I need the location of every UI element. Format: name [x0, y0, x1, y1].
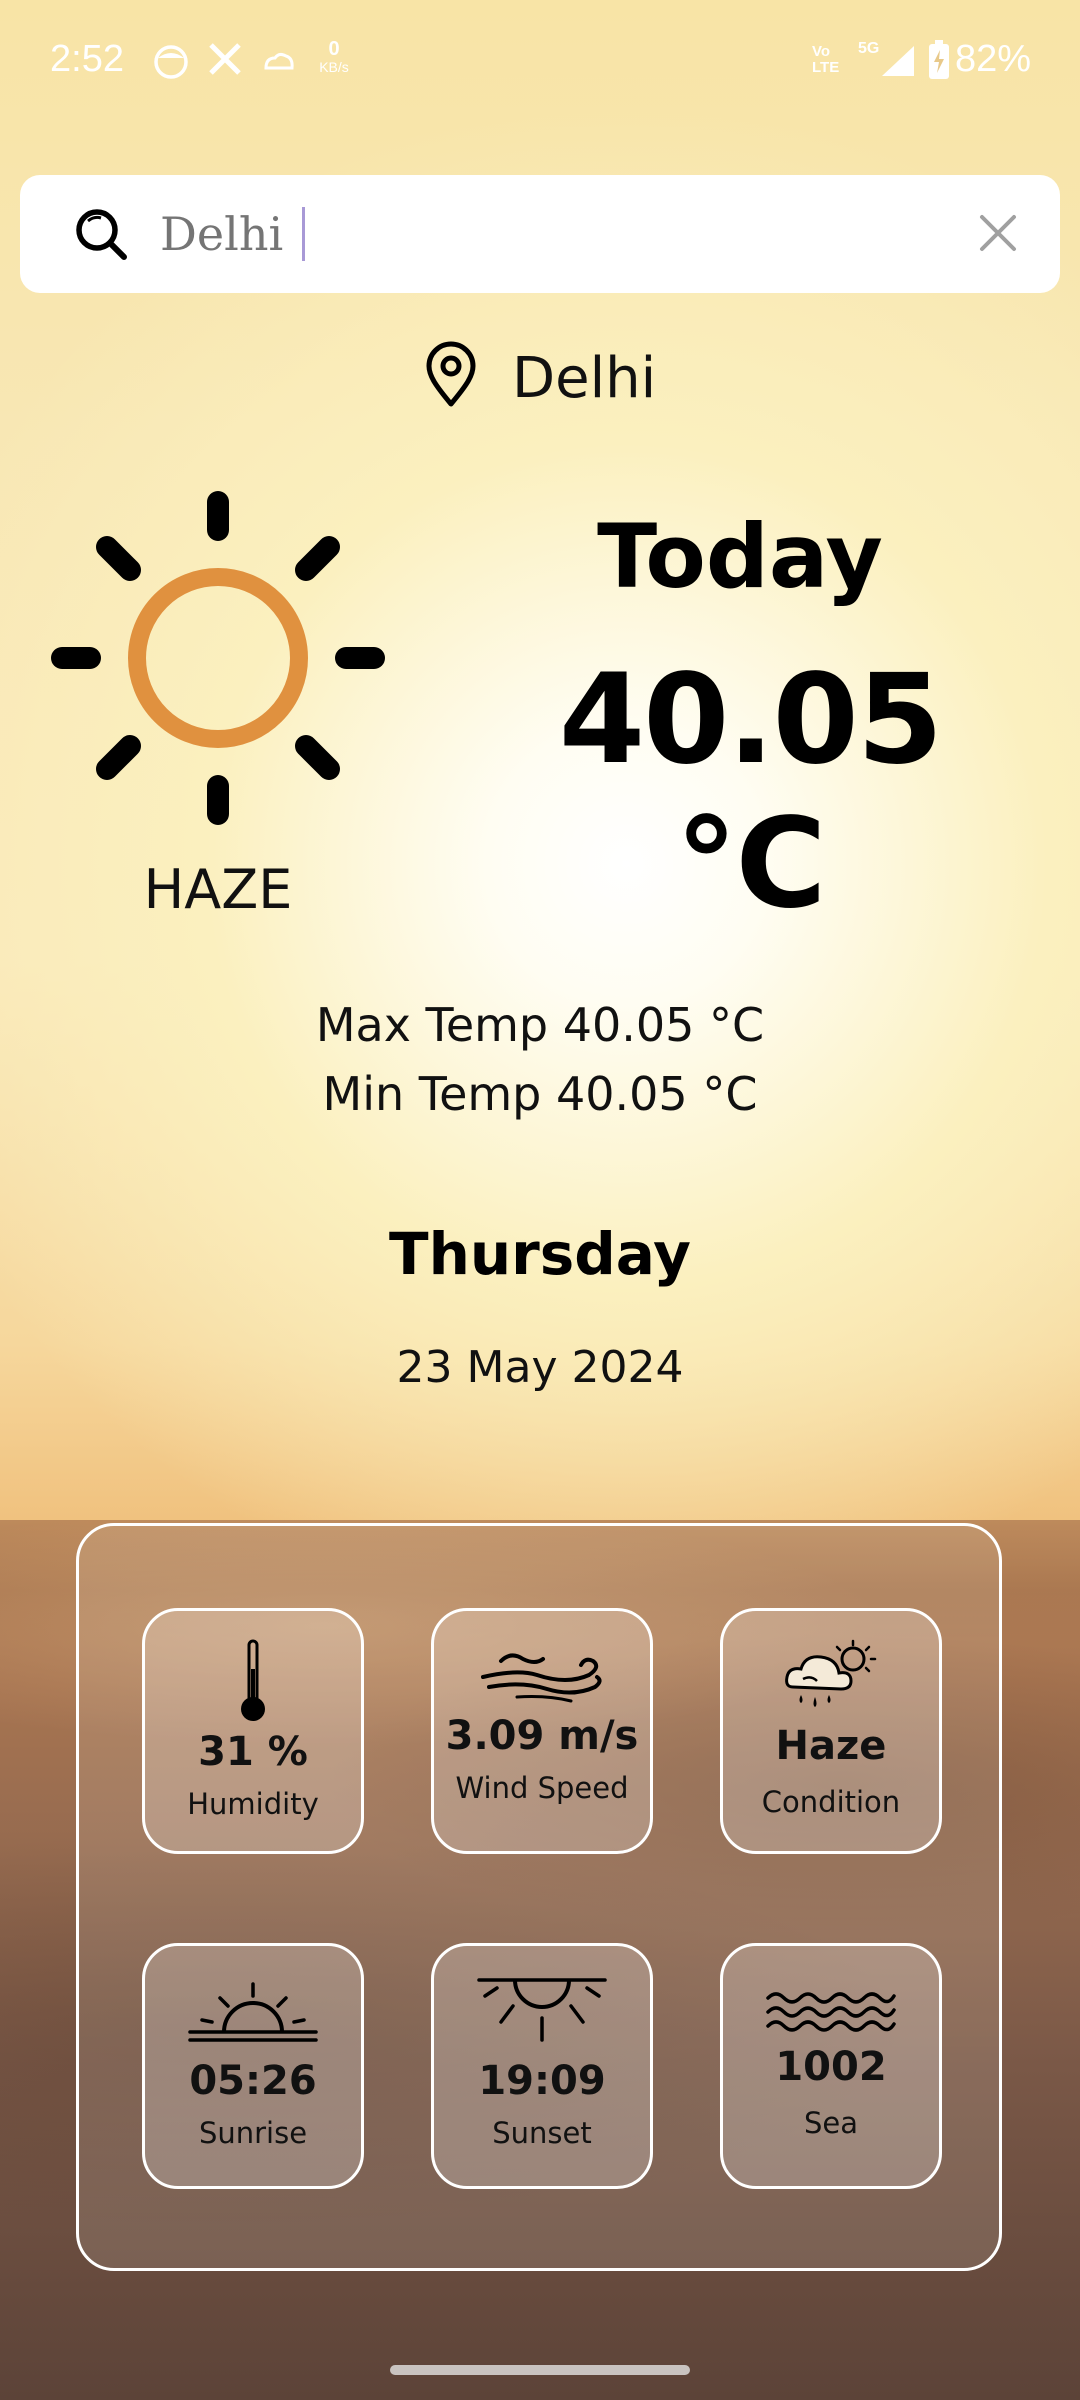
location-name: Delhi — [512, 346, 657, 411]
signal-icon — [882, 46, 914, 76]
wind-speed-label: Wind Speed — [455, 1771, 629, 1805]
network-speed: 0 KB/s — [319, 38, 349, 75]
cloud-rain-sun-icon — [785, 1639, 877, 1707]
sea-level-value: 1002 — [775, 2044, 887, 2090]
max-temperature: Max Temp 40.05 °C — [315, 998, 765, 1052]
min-temperature: Min Temp 40.05 °C — [322, 1067, 758, 1121]
sunrise-label: Sunrise — [198, 2116, 308, 2150]
status-bar: 2:52 0 KB/s Vo LTE 5G 82% — [0, 0, 1080, 125]
sunrise-icon — [188, 1982, 318, 2042]
condition-label-small: Condition — [761, 1785, 901, 1819]
network-type: 5G — [858, 40, 880, 57]
sunset-icon — [477, 1978, 607, 2042]
text-caret — [302, 207, 305, 261]
sea-level-label: Sea — [803, 2106, 859, 2140]
weather-details-panel: 31 % Humidity 3.09 m/s Wind Speed Haze C… — [76, 1523, 1002, 2271]
battery-percentage: 82% — [955, 38, 1032, 80]
day-label: Thursday — [389, 1220, 691, 1288]
search-icon[interactable] — [74, 207, 128, 261]
waves-icon — [766, 1992, 896, 2032]
condition-label: HAZE — [143, 858, 293, 921]
search-input[interactable] — [158, 203, 942, 265]
humidity-value: 31 % — [198, 1729, 308, 1775]
home-indicator[interactable] — [390, 2365, 690, 2375]
sunrise-value: 05:26 — [189, 2058, 317, 2104]
sunset-value: 19:09 — [478, 2058, 606, 2104]
search-bar[interactable] — [20, 175, 1060, 293]
app-notification-icon — [154, 45, 188, 79]
volte-indicator: Vo LTE — [812, 43, 840, 76]
condition-card: Haze Condition — [720, 1608, 942, 1854]
close-icon[interactable] — [976, 211, 1020, 255]
wind-speed-card: 3.09 m/s Wind Speed — [431, 1608, 653, 1854]
today-label: Today — [597, 505, 883, 608]
sun-icon — [51, 491, 385, 825]
current-temperature: 40.05 °C — [558, 648, 943, 936]
wind-speed-value: 3.09 m/s — [445, 1713, 639, 1759]
sunset-card: 19:09 Sunset — [431, 1943, 653, 2189]
humidity-label: Humidity — [187, 1787, 319, 1821]
battery-icon — [929, 40, 949, 79]
cloud-notification-icon — [264, 52, 294, 70]
status-time: 2:52 — [50, 38, 124, 80]
location-pin-icon — [426, 341, 476, 407]
sunset-label: Sunset — [492, 2116, 592, 2150]
condition-value: Haze — [775, 1723, 887, 1769]
date-label: 23 May 2024 — [396, 1342, 684, 1393]
wind-icon — [481, 1653, 602, 1703]
thermometer-icon — [241, 1639, 265, 1721]
x-app-icon — [209, 43, 241, 75]
sea-level-card: 1002 Sea — [720, 1943, 942, 2189]
sunrise-card: 05:26 Sunrise — [142, 1943, 364, 2189]
humidity-card: 31 % Humidity — [142, 1608, 364, 1854]
